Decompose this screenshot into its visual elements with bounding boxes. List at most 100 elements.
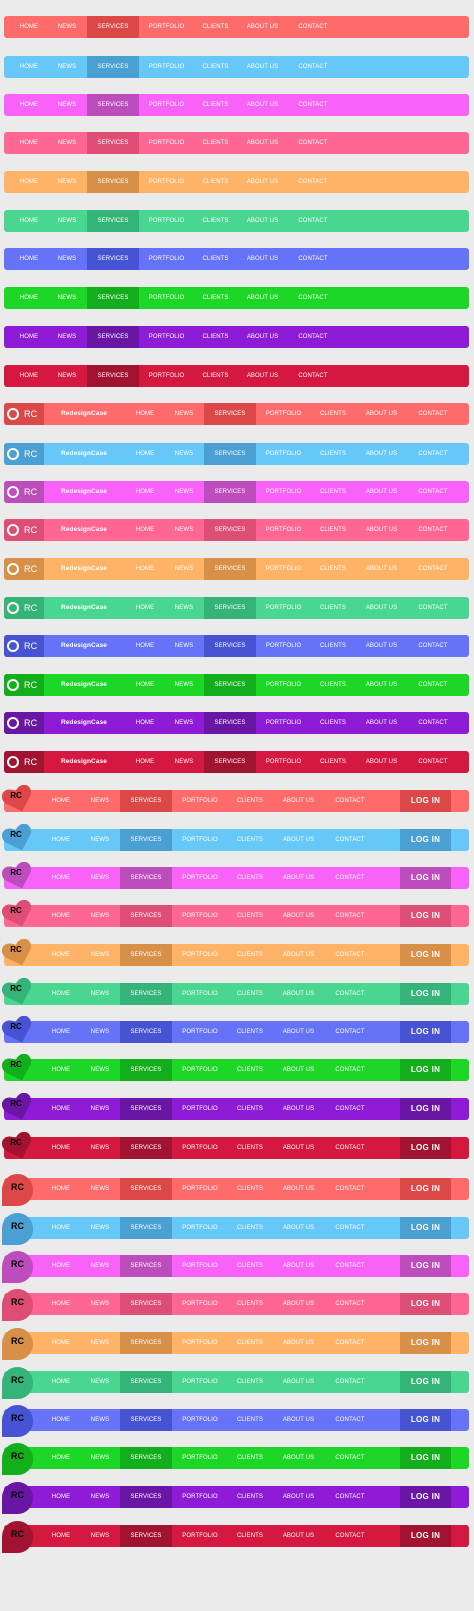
nav-item-news[interactable]: NEWS <box>80 1371 120 1393</box>
login-button[interactable]: LOG IN <box>400 829 451 851</box>
nav-item-news[interactable]: NEWS <box>48 56 86 78</box>
brand-name[interactable]: RedesignCase <box>61 597 107 619</box>
nav-item-home[interactable]: HOME <box>10 132 48 154</box>
nav-item-portfolio[interactable]: PORTFOLIO <box>256 635 311 657</box>
nav-item-portfolio[interactable]: PORTFOLIO <box>139 326 194 348</box>
login-button[interactable]: LOG IN <box>400 1137 451 1159</box>
nav-item-home[interactable]: HOME <box>42 1447 80 1469</box>
nav-item-services-active[interactable]: SERVICES <box>120 944 172 966</box>
nav-item-portfolio[interactable]: PORTFOLIO <box>172 867 228 889</box>
nav-item-news[interactable]: NEWS <box>164 635 204 657</box>
nav-item-portfolio[interactable]: PORTFOLIO <box>172 1021 228 1043</box>
nav-item-clients[interactable]: CLIENTS <box>228 1137 272 1159</box>
nav-item-portfolio[interactable]: PORTFOLIO <box>172 1525 228 1547</box>
nav-item-clients[interactable]: CLIENTS <box>311 751 355 773</box>
nav-item-portfolio[interactable]: PORTFOLIO <box>256 597 311 619</box>
nav-item-portfolio[interactable]: PORTFOLIO <box>172 1371 228 1393</box>
login-button[interactable]: LOG IN <box>400 983 451 1005</box>
nav-item-home[interactable]: HOME <box>42 1486 80 1508</box>
nav-item-home[interactable]: HOME <box>10 248 48 270</box>
nav-item-home[interactable]: HOME <box>126 481 164 503</box>
nav-item-about-us[interactable]: ABOUT US <box>237 326 288 348</box>
nav-item-portfolio[interactable]: PORTFOLIO <box>172 1098 228 1120</box>
nav-item-clients[interactable]: CLIENTS <box>228 944 272 966</box>
teardrop-badge-icon[interactable]: RC <box>2 1482 33 1514</box>
nav-item-contact[interactable]: CONTACT <box>288 56 338 78</box>
nav-item-clients[interactable]: CLIENTS <box>194 132 237 154</box>
nav-item-clients[interactable]: CLIENTS <box>228 1293 272 1315</box>
nav-item-home[interactable]: HOME <box>42 1021 80 1043</box>
nav-item-portfolio[interactable]: PORTFOLIO <box>139 210 194 232</box>
nav-item-home[interactable]: HOME <box>42 1098 80 1120</box>
teardrop-badge-icon[interactable]: RC <box>2 1328 33 1360</box>
nav-item-portfolio[interactable]: PORTFOLIO <box>256 519 311 541</box>
nav-item-contact[interactable]: CONTACT <box>288 132 338 154</box>
nav-item-services-active[interactable]: SERVICES <box>120 1217 172 1239</box>
login-button[interactable]: LOG IN <box>400 867 451 889</box>
nav-item-clients[interactable]: CLIENTS <box>228 829 272 851</box>
brand-name[interactable]: RedesignCase <box>61 443 107 465</box>
nav-item-services-active[interactable]: SERVICES <box>204 674 256 696</box>
nav-item-portfolio[interactable]: PORTFOLIO <box>172 1217 228 1239</box>
logo-block[interactable]: RC <box>4 674 44 696</box>
teardrop-badge-icon[interactable]: RC <box>2 1213 33 1245</box>
nav-item-contact[interactable]: CONTACT <box>325 1059 375 1081</box>
nav-item-clients[interactable]: CLIENTS <box>228 1409 272 1431</box>
teardrop-badge-icon[interactable]: RC <box>2 1405 33 1437</box>
nav-item-services-active[interactable]: SERVICES <box>87 365 139 387</box>
nav-item-services-active[interactable]: SERVICES <box>120 1255 172 1277</box>
nav-item-contact[interactable]: CONTACT <box>288 326 338 348</box>
nav-item-portfolio[interactable]: PORTFOLIO <box>139 132 194 154</box>
nav-item-clients[interactable]: CLIENTS <box>194 210 237 232</box>
nav-item-contact[interactable]: CONTACT <box>325 944 375 966</box>
nav-item-services-active[interactable]: SERVICES <box>204 558 256 580</box>
nav-item-clients[interactable]: CLIENTS <box>228 1059 272 1081</box>
logo-block[interactable]: RC <box>4 519 44 541</box>
nav-item-news[interactable]: NEWS <box>80 1217 120 1239</box>
nav-item-services-active[interactable]: SERVICES <box>204 751 256 773</box>
nav-item-clients[interactable]: CLIENTS <box>194 94 237 116</box>
nav-item-about-us[interactable]: ABOUT US <box>272 1178 325 1200</box>
nav-item-clients[interactable]: CLIENTS <box>311 674 355 696</box>
heart-badge-icon[interactable]: RC <box>2 1093 34 1121</box>
nav-item-contact[interactable]: CONTACT <box>408 403 458 425</box>
nav-item-portfolio[interactable]: PORTFOLIO <box>256 674 311 696</box>
nav-item-about-us[interactable]: ABOUT US <box>272 1293 325 1315</box>
nav-item-services-active[interactable]: SERVICES <box>120 1371 172 1393</box>
nav-item-services-active[interactable]: SERVICES <box>204 403 256 425</box>
logo-block[interactable]: RC <box>4 443 44 465</box>
nav-item-home[interactable]: HOME <box>42 867 80 889</box>
nav-item-clients[interactable]: CLIENTS <box>228 1447 272 1469</box>
nav-item-home[interactable]: HOME <box>126 635 164 657</box>
nav-item-portfolio[interactable]: PORTFOLIO <box>139 365 194 387</box>
nav-item-about-us[interactable]: ABOUT US <box>272 1525 325 1547</box>
nav-item-home[interactable]: HOME <box>42 1059 80 1081</box>
login-button[interactable]: LOG IN <box>400 1525 451 1547</box>
nav-item-about-us[interactable]: ABOUT US <box>272 1486 325 1508</box>
nav-item-news[interactable]: NEWS <box>48 171 86 193</box>
heart-badge-icon[interactable]: RC <box>2 785 34 813</box>
nav-item-home[interactable]: HOME <box>42 1332 80 1354</box>
nav-item-news[interactable]: NEWS <box>164 597 204 619</box>
nav-item-services-active[interactable]: SERVICES <box>120 867 172 889</box>
login-button[interactable]: LOG IN <box>400 1217 451 1239</box>
nav-item-services-active[interactable]: SERVICES <box>87 171 139 193</box>
nav-item-contact[interactable]: CONTACT <box>325 1217 375 1239</box>
nav-item-about-us[interactable]: ABOUT US <box>272 1447 325 1469</box>
nav-item-services-active[interactable]: SERVICES <box>204 481 256 503</box>
logo-block[interactable]: RC <box>4 403 44 425</box>
nav-item-portfolio[interactable]: PORTFOLIO <box>256 403 311 425</box>
login-button[interactable]: LOG IN <box>400 1486 451 1508</box>
nav-item-portfolio[interactable]: PORTFOLIO <box>139 171 194 193</box>
login-button[interactable]: LOG IN <box>400 790 451 812</box>
brand-name[interactable]: RedesignCase <box>61 712 107 734</box>
nav-item-services-active[interactable]: SERVICES <box>87 210 139 232</box>
nav-item-contact[interactable]: CONTACT <box>325 1178 375 1200</box>
nav-item-services-active[interactable]: SERVICES <box>120 1178 172 1200</box>
nav-item-clients[interactable]: CLIENTS <box>228 983 272 1005</box>
nav-item-services-active[interactable]: SERVICES <box>120 983 172 1005</box>
teardrop-badge-icon[interactable]: RC <box>2 1289 33 1321</box>
nav-item-services-active[interactable]: SERVICES <box>120 1293 172 1315</box>
nav-item-news[interactable]: NEWS <box>80 1486 120 1508</box>
nav-item-home[interactable]: HOME <box>126 519 164 541</box>
